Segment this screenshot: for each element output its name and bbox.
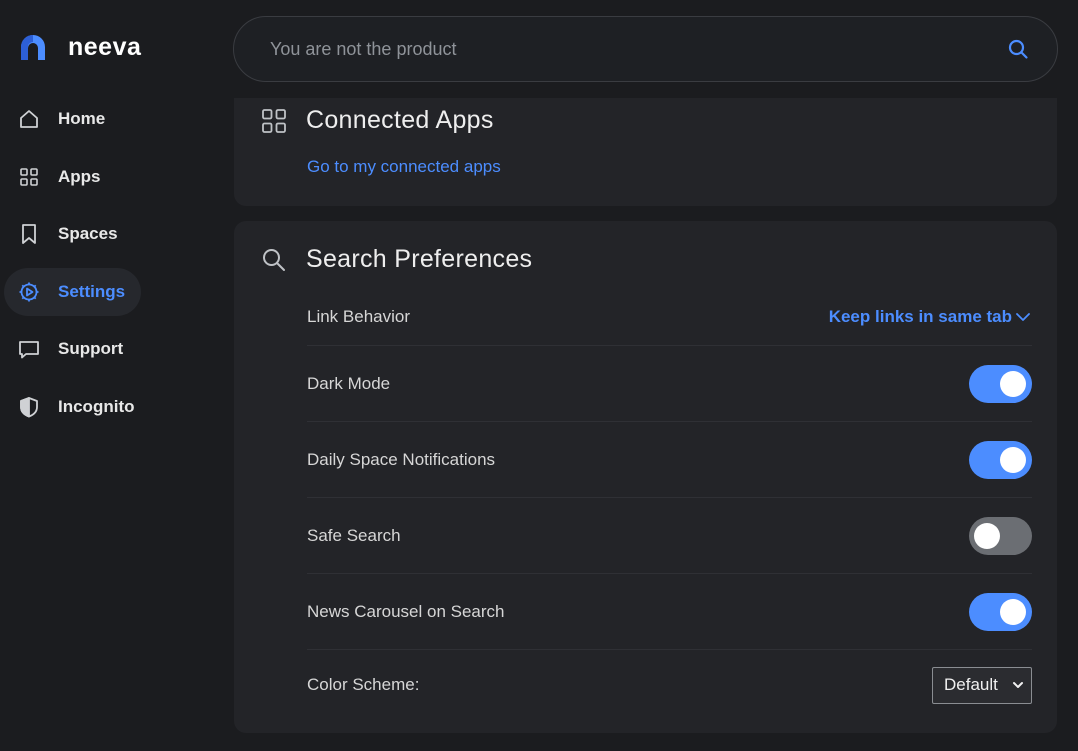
toggle-knob xyxy=(1000,446,1026,473)
sidebar-item-incognito[interactable]: Incognito xyxy=(4,383,214,431)
daily-space-notifications-row: Daily Space Notifications xyxy=(307,422,1032,498)
search-icon xyxy=(260,246,288,274)
sidebar-item-spaces[interactable]: Spaces xyxy=(4,210,214,258)
sidebar-nav: Home Apps Spaces Settings Support Incogn… xyxy=(4,95,214,440)
neeva-logo-icon xyxy=(21,34,45,60)
sidebar-item-label: Apps xyxy=(58,166,101,186)
connected-apps-card: Connected Apps Go to my connected apps xyxy=(234,98,1057,206)
search-preferences-card: Search Preferences Link Behavior Keep li… xyxy=(234,221,1057,733)
sidebar-item-settings[interactable]: Settings xyxy=(4,267,141,316)
search-bar xyxy=(233,16,1058,82)
sidebar-item-support[interactable]: Support xyxy=(4,325,214,373)
search-preferences-header: Search Preferences xyxy=(260,245,532,274)
logo[interactable]: neeva xyxy=(18,33,141,62)
link-behavior-label: Link Behavior xyxy=(307,306,411,326)
app-window: neeva Home Apps Spaces Settings Support … xyxy=(0,0,1078,751)
shield-icon xyxy=(18,396,40,418)
sidebar-item-label: Spaces xyxy=(58,224,118,243)
settings-gear-icon xyxy=(18,281,40,303)
link-behavior-row: Link Behavior Keep links in same tab xyxy=(307,288,1032,346)
toggle-knob xyxy=(1000,370,1026,397)
sidebar-item-label: Support xyxy=(58,339,124,358)
apps-grid-icon xyxy=(18,166,40,188)
news-carousel-label: News Carousel on Search xyxy=(307,601,505,621)
safe-search-row: Safe Search xyxy=(307,498,1032,574)
bookmark-icon xyxy=(18,223,40,245)
sidebar-item-apps[interactable]: Apps xyxy=(4,153,214,201)
logo-text: neeva xyxy=(68,33,142,61)
link-behavior-dropdown[interactable]: Keep links in same tab xyxy=(829,307,1032,327)
sidebar-item-label: Settings xyxy=(58,281,126,301)
chevron-down-icon xyxy=(1013,682,1023,688)
search-input[interactable] xyxy=(270,38,1005,60)
sidebar-item-label: Home xyxy=(58,109,106,128)
connected-apps-link[interactable]: Go to my connected apps xyxy=(307,157,501,177)
news-carousel-toggle[interactable] xyxy=(969,592,1032,631)
safe-search-label: Safe Search xyxy=(307,525,401,545)
search-preferences-title: Search Preferences xyxy=(306,245,533,273)
toggle-knob xyxy=(974,522,1000,549)
link-behavior-value: Keep links in same tab xyxy=(828,306,1012,326)
sidebar-item-home[interactable]: Home xyxy=(4,95,214,143)
color-scheme-label: Color Scheme: xyxy=(307,675,420,694)
search-icon xyxy=(1008,39,1028,59)
home-icon xyxy=(18,108,40,130)
chat-bubble-icon xyxy=(18,338,40,360)
apps-grid-icon xyxy=(260,107,288,135)
dark-mode-row: Dark Mode xyxy=(307,346,1032,422)
connected-apps-title: Connected Apps xyxy=(306,106,494,134)
search-button[interactable] xyxy=(1005,36,1031,62)
color-scheme-select[interactable]: Default xyxy=(932,666,1032,704)
toggle-knob xyxy=(1000,598,1026,625)
chevron-down-icon xyxy=(1014,308,1032,326)
sidebar-item-label: Incognito xyxy=(58,396,135,416)
color-scheme-row: Color Scheme: Default xyxy=(307,650,1032,720)
color-scheme-value: Default xyxy=(944,675,998,694)
dark-mode-label: Dark Mode xyxy=(307,373,391,393)
connected-apps-header: Connected Apps xyxy=(260,106,494,135)
daily-space-notifications-label: Daily Space Notifications xyxy=(307,449,496,469)
news-carousel-row: News Carousel on Search xyxy=(307,574,1032,650)
dark-mode-toggle[interactable] xyxy=(969,364,1032,403)
daily-space-notifications-toggle[interactable] xyxy=(969,440,1032,479)
sidebar: neeva Home Apps Spaces Settings Support … xyxy=(0,0,222,751)
safe-search-toggle[interactable] xyxy=(969,516,1032,555)
